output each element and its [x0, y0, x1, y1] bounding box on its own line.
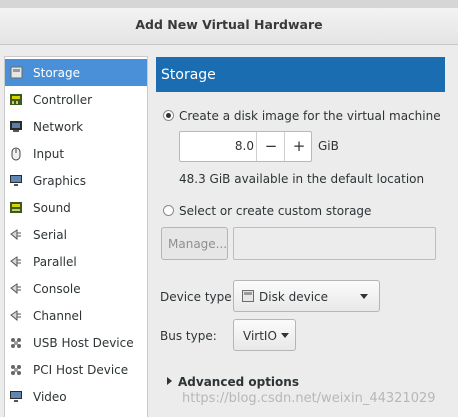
- sidebar-item-storage[interactable]: Storage: [5, 59, 147, 86]
- usb-device-icon: [9, 336, 23, 350]
- sidebar-item-channel[interactable]: Channel: [5, 302, 147, 329]
- sidebar-item-usb-host-device[interactable]: USB Host Device: [5, 329, 147, 356]
- increment-button[interactable]: +: [284, 132, 313, 161]
- size-unit-label: GiB: [318, 139, 339, 153]
- sidebar-item-label: Network: [33, 119, 84, 134]
- sidebar-item-video[interactable]: Video: [5, 383, 147, 410]
- sidebar-item-console[interactable]: Console: [5, 275, 147, 302]
- sidebar-item-pci-host-device[interactable]: PCI Host Device: [5, 356, 147, 383]
- bus-type-value: VirtIO: [243, 329, 277, 343]
- sidebar-item-label: Parallel: [33, 254, 77, 269]
- sidebar-item-parallel[interactable]: Parallel: [5, 248, 147, 275]
- storage-path-input[interactable]: [233, 227, 436, 260]
- sidebar-item-sound[interactable]: Sound: [5, 194, 147, 221]
- disk-size-value[interactable]: 8.0: [180, 132, 254, 161]
- bus-type-label: Bus type:: [160, 329, 217, 343]
- sidebar-item-label: Graphics: [33, 173, 86, 188]
- sidebar-item-label: Sound: [33, 200, 71, 215]
- custom-storage-label: Select or create custom storage: [179, 204, 372, 218]
- pci-device-icon: [9, 363, 23, 377]
- device-type-label: Device type:: [160, 290, 236, 304]
- monitor-icon: [9, 174, 23, 188]
- create-disk-label: Create a disk image for the virtual mach…: [179, 109, 441, 123]
- sidebar-item-label: Serial: [33, 227, 67, 242]
- sidebar-item-input[interactable]: Input: [5, 140, 147, 167]
- network-icon: [9, 120, 23, 134]
- hardware-type-list[interactable]: Storage Controller Network Input Graphic…: [4, 56, 148, 417]
- advanced-options-expander[interactable]: Advanced options: [164, 370, 304, 392]
- chevron-right-icon: [167, 377, 172, 385]
- chevron-down-icon: [360, 294, 368, 299]
- custom-storage-radio[interactable]: [163, 205, 174, 216]
- monitor-icon: [9, 390, 23, 404]
- disk-size-spinner[interactable]: 8.0 − +: [179, 131, 312, 162]
- plug-icon: [9, 255, 23, 269]
- controller-icon: [9, 93, 23, 107]
- sidebar-item-controller[interactable]: Controller: [5, 86, 147, 113]
- sidebar-item-label: USB Host Device: [33, 335, 134, 350]
- sidebar-item-label: Controller: [33, 92, 93, 107]
- decrement-button[interactable]: −: [256, 132, 285, 161]
- sidebar-item-label: Console: [33, 281, 81, 296]
- plug-icon: [9, 282, 23, 296]
- manage-button[interactable]: Manage...: [161, 227, 228, 260]
- disk-icon: [242, 290, 254, 305]
- sound-card-icon: [9, 201, 23, 215]
- plug-icon: [9, 309, 23, 323]
- advanced-options-label: Advanced options: [178, 375, 299, 389]
- sidebar-item-label: Storage: [33, 65, 80, 80]
- watermark-text: https://blog.csdn.net/weixin_44321029: [182, 391, 436, 406]
- manage-label: Manage...: [168, 237, 228, 251]
- sidebar-item-label: Channel: [33, 308, 83, 323]
- chevron-down-icon: [281, 333, 289, 338]
- sidebar-item-network[interactable]: Network: [5, 113, 147, 140]
- device-type-dropdown[interactable]: Disk device: [233, 280, 380, 312]
- window-title: Add New Virtual Hardware: [0, 8, 458, 45]
- sidebar-item-graphics[interactable]: Graphics: [5, 167, 147, 194]
- available-space-text: 48.3 GiB available in the default locati…: [179, 172, 425, 186]
- create-disk-radio[interactable]: [163, 110, 174, 121]
- sidebar-item-serial[interactable]: Serial: [5, 221, 147, 248]
- section-header: Storage: [156, 57, 445, 92]
- device-type-value: Disk device: [259, 290, 329, 304]
- mouse-icon: [9, 147, 23, 161]
- disk-icon: [9, 66, 23, 80]
- plug-icon: [9, 228, 23, 242]
- sidebar-item-label: PCI Host Device: [33, 362, 129, 377]
- sidebar-item-label: Video: [33, 389, 67, 404]
- sidebar-item-label: Input: [33, 146, 65, 161]
- bus-type-dropdown[interactable]: VirtIO: [233, 319, 296, 351]
- background-window-strip: · · · ·: [0, 0, 458, 8]
